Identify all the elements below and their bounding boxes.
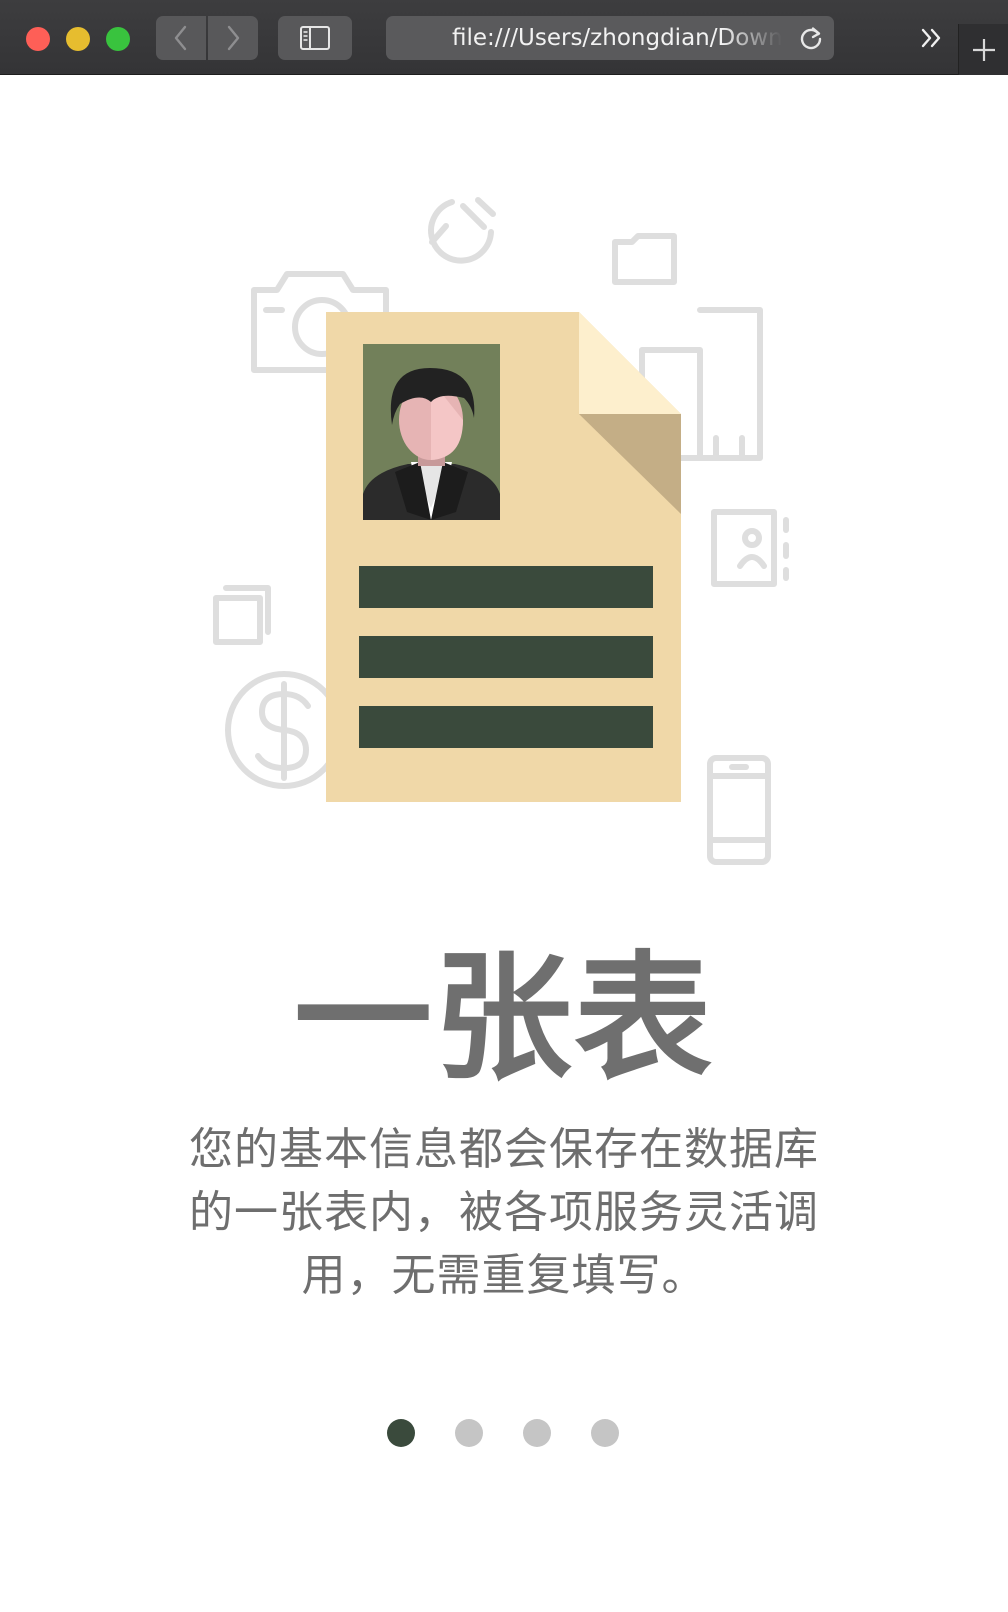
chevron-right-icon bbox=[227, 25, 240, 51]
contact-book-icon bbox=[711, 509, 789, 587]
pagination-dot[interactable] bbox=[591, 1419, 619, 1447]
url-text: file:///Users/zhongdian/Downloads bbox=[452, 25, 782, 51]
close-window-button[interactable] bbox=[26, 27, 50, 51]
sidebar-toggle-button[interactable] bbox=[278, 16, 352, 60]
document-icon bbox=[326, 312, 681, 802]
reload-icon[interactable] bbox=[798, 25, 824, 51]
minimize-window-button[interactable] bbox=[66, 27, 90, 51]
pagination-dots bbox=[0, 1419, 1008, 1447]
back-button[interactable] bbox=[156, 16, 206, 60]
avatar bbox=[363, 344, 500, 520]
pagination-dot[interactable] bbox=[387, 1419, 415, 1447]
smartphone-icon bbox=[707, 755, 771, 865]
pagination-dot[interactable] bbox=[523, 1419, 551, 1447]
slide-description: 您的基本信息都会保存在数据库的一张表内，被各项服务灵活调用，无需重复填写。 bbox=[189, 1124, 819, 1301]
hammer-sickle-icon bbox=[428, 197, 496, 264]
double-chevron-right-icon[interactable] bbox=[918, 24, 946, 52]
pagination-dot[interactable] bbox=[455, 1419, 483, 1447]
browser-toolbar: file:///Users/zhongdian/Downloads bbox=[0, 0, 1008, 75]
books-icon bbox=[213, 585, 271, 645]
address-bar[interactable]: file:///Users/zhongdian/Downloads bbox=[386, 16, 834, 60]
chevron-left-icon bbox=[174, 25, 187, 51]
dollar-coin-icon bbox=[225, 671, 343, 789]
sidebar-icon bbox=[300, 26, 330, 50]
zoom-window-button[interactable] bbox=[106, 27, 130, 51]
new-tab-button[interactable] bbox=[958, 24, 1008, 75]
forward-button[interactable] bbox=[208, 16, 258, 60]
resume-illustration bbox=[213, 197, 789, 865]
plus-icon bbox=[972, 38, 995, 61]
folder-icon bbox=[612, 233, 677, 285]
slide-title: 一张表 bbox=[293, 938, 714, 1099]
